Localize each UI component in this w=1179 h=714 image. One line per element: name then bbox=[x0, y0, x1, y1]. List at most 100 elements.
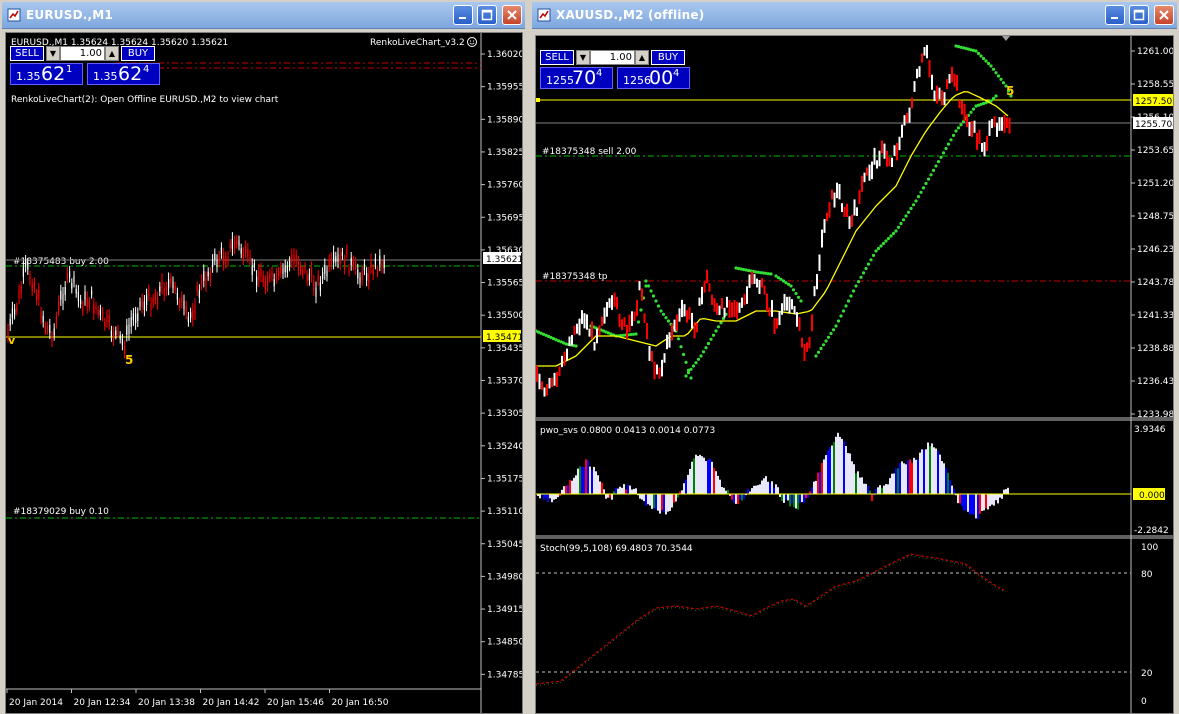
sell-button[interactable]: SELL bbox=[10, 46, 44, 61]
price-chart-eurusd[interactable]: EURUSD.,M1 1.35624 1.35624 1.35620 1.356… bbox=[5, 32, 523, 714]
pwo-bar bbox=[619, 486, 621, 494]
band-dot bbox=[856, 280, 861, 284]
sell-button[interactable]: SELL bbox=[540, 50, 574, 65]
pwo-bar bbox=[925, 449, 927, 495]
band-dot bbox=[954, 129, 958, 133]
candle-body bbox=[344, 260, 346, 269]
pwo-bar bbox=[933, 447, 935, 494]
candle-body bbox=[93, 304, 95, 314]
time-tick-label: 20 Jan 12:34 bbox=[74, 698, 131, 708]
lot-decrease-button[interactable]: ▼ bbox=[46, 46, 60, 61]
renko-brick bbox=[898, 136, 901, 151]
chart-window-eurusd[interactable]: EURUSD.,M1 EURUSD.,M1 1.35624 1.35624 1.… bbox=[0, 0, 527, 714]
renko-brick bbox=[791, 299, 793, 310]
band-dot bbox=[844, 304, 848, 308]
candle-body bbox=[185, 306, 187, 314]
pwo-bar bbox=[961, 494, 963, 507]
lot-size-input[interactable]: 1.00 bbox=[590, 50, 635, 65]
sell-price-button[interactable]: 1255 70 4 bbox=[540, 67, 613, 89]
chart-shift-marker[interactable] bbox=[1002, 36, 1010, 41]
one-click-trade-panel[interactable]: SELL ▼ 1.00 ▲ BUY 1.35 62 1 1.35 62 4 bbox=[10, 46, 160, 88]
maximize-button[interactable] bbox=[1129, 5, 1149, 25]
minimize-button[interactable] bbox=[453, 5, 473, 25]
pwo-bar bbox=[877, 487, 879, 494]
pwo-bar bbox=[935, 448, 937, 494]
candle-body bbox=[40, 311, 42, 319]
pwo-bar bbox=[695, 454, 697, 494]
lot-decrease-button[interactable]: ▼ bbox=[576, 50, 590, 65]
band-dot bbox=[851, 289, 856, 293]
renko-brick bbox=[556, 372, 558, 388]
window-title-bar[interactable]: EURUSD.,M1 bbox=[2, 2, 525, 29]
candle-body bbox=[20, 286, 22, 294]
band-dot bbox=[931, 168, 936, 172]
buy-price-pip: 4 bbox=[673, 68, 680, 79]
pwo-bar bbox=[643, 494, 645, 502]
pwo-bar bbox=[755, 485, 757, 494]
band-dot bbox=[949, 138, 953, 142]
pwo-bar bbox=[807, 494, 809, 498]
candle-body bbox=[238, 240, 240, 246]
xauusd-chart-canvas[interactable]: #18375348 sell 2.00 #18375348 tp 5 1261.… bbox=[536, 36, 1173, 713]
lot-increase-button[interactable]: ▲ bbox=[105, 46, 119, 61]
renko-brick bbox=[726, 296, 728, 308]
buy-price-button[interactable]: 1.35 62 4 bbox=[87, 63, 160, 85]
candle-body bbox=[53, 328, 55, 336]
candle-body bbox=[181, 296, 183, 304]
pwo-bar bbox=[913, 457, 915, 494]
candle-body bbox=[80, 299, 82, 304]
window-title-bar[interactable]: XAUUSD.,M2 (offline) bbox=[532, 2, 1177, 29]
pwo-bar bbox=[845, 446, 847, 494]
renko-brick bbox=[833, 192, 836, 208]
sell-price-button[interactable]: 1.35 62 1 bbox=[10, 63, 83, 85]
minimize-button[interactable] bbox=[1105, 5, 1125, 25]
renko-brick bbox=[813, 286, 816, 297]
band-dot bbox=[921, 186, 926, 190]
buy-button[interactable]: BUY bbox=[121, 46, 155, 61]
pwo-bar bbox=[547, 494, 549, 502]
lot-increase-button[interactable]: ▲ bbox=[635, 50, 649, 65]
pwo-bar bbox=[785, 494, 787, 500]
pwo-bar bbox=[655, 494, 657, 510]
candle-body bbox=[139, 301, 141, 307]
pwo-bar bbox=[835, 436, 837, 494]
renko-brick bbox=[993, 116, 996, 127]
maximize-button[interactable] bbox=[477, 5, 497, 25]
renko-brick bbox=[658, 367, 661, 379]
line-anchor[interactable] bbox=[536, 98, 540, 102]
candle-body bbox=[95, 305, 97, 311]
candle-body bbox=[69, 271, 71, 278]
pwo-bar bbox=[759, 484, 761, 494]
price-tick-label: 1258.550 bbox=[1137, 80, 1173, 90]
eurusd-chart-canvas[interactable]: EURUSD.,M1 1.35624 1.35624 1.35620 1.356… bbox=[6, 33, 522, 713]
chart-window-xauusd[interactable]: XAUUSD.,M2 (offline) #18375348 sell 2.00 bbox=[530, 0, 1179, 714]
pwo-bar bbox=[677, 494, 679, 498]
pwo-bar bbox=[931, 443, 933, 494]
pwo-bar bbox=[811, 487, 813, 494]
band-dot bbox=[899, 221, 903, 226]
pwo-bar bbox=[897, 468, 899, 494]
renko-brick bbox=[963, 103, 966, 122]
pwo-bar bbox=[951, 485, 953, 494]
band-dot bbox=[699, 354, 703, 358]
buy-price-button[interactable]: 1256 00 4 bbox=[617, 67, 690, 89]
pwo-bar bbox=[667, 494, 669, 512]
price-chart-xauusd[interactable]: #18375348 sell 2.00 #18375348 tp 5 1261.… bbox=[535, 35, 1174, 714]
pwo-bar bbox=[691, 461, 693, 494]
band-dot bbox=[924, 181, 928, 186]
one-click-trade-panel[interactable]: SELL ▼ 1.00 ▲ BUY 1255 70 4 1256 00 4 bbox=[540, 50, 690, 92]
renko-brick bbox=[663, 353, 666, 363]
close-button[interactable] bbox=[1154, 5, 1174, 25]
pwo-bar bbox=[571, 480, 573, 494]
renko-brick bbox=[613, 292, 616, 307]
close-button[interactable] bbox=[502, 5, 522, 25]
candle-body bbox=[311, 267, 313, 277]
pwo-bar bbox=[595, 471, 597, 494]
renko-brick bbox=[693, 322, 696, 339]
buy-button[interactable]: BUY bbox=[651, 50, 685, 65]
lot-size-input[interactable]: 1.00 bbox=[60, 46, 105, 61]
candle-body bbox=[135, 313, 137, 324]
candle-body bbox=[249, 254, 251, 261]
candle-body bbox=[104, 322, 106, 327]
pwo-bar bbox=[995, 494, 997, 501]
